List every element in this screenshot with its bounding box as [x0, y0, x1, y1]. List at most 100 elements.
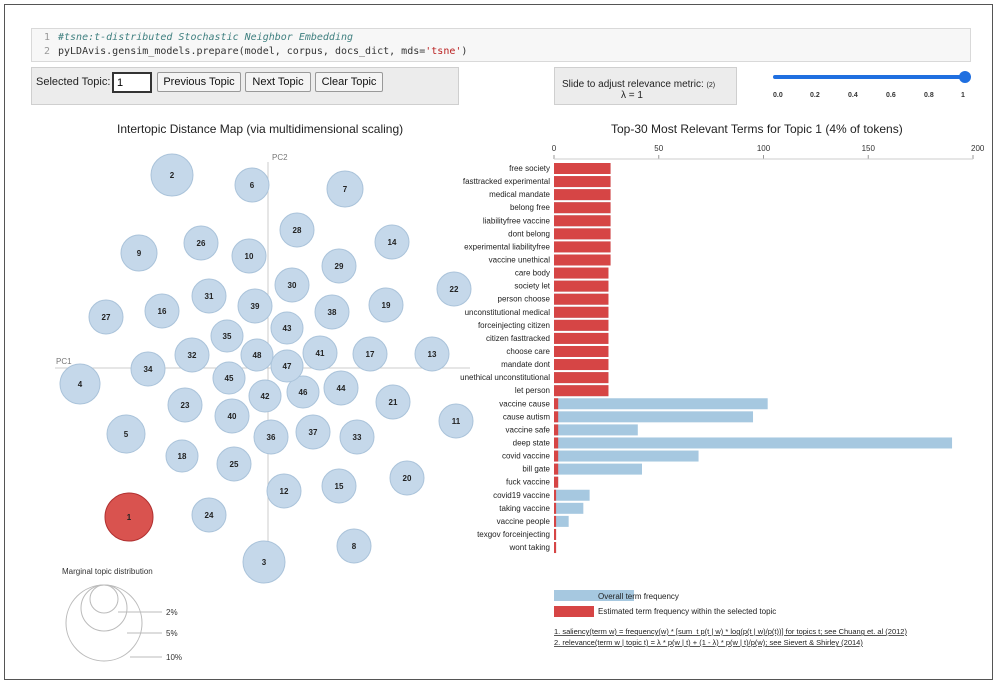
estimated-frequency-bar[interactable]	[554, 293, 609, 305]
term-row[interactable]: vaccine people	[497, 515, 569, 527]
term-label[interactable]: fuck vaccine	[506, 478, 551, 487]
term-label[interactable]: texgov forceinjecting	[477, 530, 550, 539]
estimated-frequency-bar[interactable]	[554, 306, 609, 318]
term-label[interactable]: vaccine cause	[499, 399, 550, 408]
term-label[interactable]: belong free	[510, 203, 551, 212]
estimated-frequency-bar[interactable]	[554, 319, 609, 331]
term-row[interactable]: belong free	[510, 202, 611, 214]
term-row[interactable]: liabilityfree vaccine	[483, 215, 611, 227]
term-row[interactable]: unconstitutional medical	[465, 306, 609, 318]
overall-frequency-bar[interactable]	[554, 398, 768, 410]
estimated-frequency-bar[interactable]	[554, 202, 611, 214]
term-row[interactable]: choose care	[506, 345, 609, 357]
term-row[interactable]: bill gate	[522, 463, 642, 475]
term-label[interactable]: care body	[515, 269, 550, 278]
estimated-frequency-bar[interactable]	[554, 528, 557, 540]
saliency-footnote[interactable]: 1. saliency(term w) = frequency(w) * [su…	[554, 627, 907, 636]
estimated-frequency-bar[interactable]	[554, 189, 611, 201]
overall-frequency-bar[interactable]	[554, 411, 754, 423]
term-label[interactable]: taking vaccine	[499, 504, 550, 513]
term-label[interactable]: wont taking	[509, 543, 550, 552]
term-label[interactable]: vaccine unethical	[489, 255, 551, 264]
estimated-frequency-bar[interactable]	[554, 163, 611, 174]
term-label[interactable]: liabilityfree vaccine	[483, 216, 551, 225]
term-label[interactable]: unethical unconstitutional	[460, 373, 550, 382]
estimated-frequency-bar[interactable]	[554, 515, 557, 527]
estimated-frequency-bar[interactable]	[554, 332, 609, 344]
term-label[interactable]: bill gate	[522, 465, 550, 474]
term-row[interactable]: citizen fasttracked	[486, 332, 609, 344]
term-label[interactable]: mandate dont	[501, 360, 551, 369]
term-label[interactable]: medical mandate	[489, 190, 550, 199]
term-row[interactable]: deep state	[513, 437, 953, 449]
term-row[interactable]: vaccine cause	[499, 398, 768, 410]
estimated-frequency-bar[interactable]	[554, 476, 559, 488]
estimated-frequency-bar[interactable]	[554, 411, 559, 423]
estimated-frequency-bar[interactable]	[554, 489, 557, 501]
estimated-frequency-bar[interactable]	[554, 398, 559, 410]
term-label[interactable]: experimental liabilityfree	[464, 242, 550, 251]
term-label[interactable]: person choose	[498, 295, 551, 304]
term-row[interactable]: wont taking	[509, 542, 557, 554]
term-label[interactable]: choose care	[506, 347, 550, 356]
estimated-frequency-bar[interactable]	[554, 372, 609, 384]
term-row[interactable]: fasttracked experimental	[463, 176, 611, 188]
term-row[interactable]: medical mandate	[489, 189, 611, 201]
overall-frequency-bar[interactable]	[554, 437, 953, 449]
estimated-frequency-bar[interactable]	[554, 359, 609, 371]
term-label[interactable]: free society	[509, 164, 550, 173]
estimated-frequency-bar[interactable]	[554, 280, 609, 292]
term-row[interactable]: taking vaccine	[499, 502, 584, 514]
term-row[interactable]: covid19 vaccine	[493, 489, 590, 501]
estimated-frequency-bar[interactable]	[554, 542, 557, 554]
term-label[interactable]: deep state	[513, 438, 551, 447]
estimated-frequency-bar[interactable]	[554, 450, 559, 462]
estimated-frequency-bar[interactable]	[554, 345, 609, 357]
term-row[interactable]: mandate dont	[501, 359, 609, 371]
term-row[interactable]: let person	[515, 385, 609, 397]
estimated-frequency-bar[interactable]	[554, 463, 559, 475]
term-row[interactable]: fuck vaccine	[506, 476, 559, 488]
estimated-frequency-bar[interactable]	[554, 176, 611, 188]
term-row[interactable]: forceinjecting citizen	[478, 319, 609, 331]
term-label[interactable]: covid19 vaccine	[493, 491, 550, 500]
term-row[interactable]: person choose	[498, 293, 609, 305]
overall-frequency-bar[interactable]	[554, 515, 569, 527]
term-row[interactable]: cause autism	[503, 411, 754, 423]
estimated-frequency-bar[interactable]	[554, 437, 559, 449]
term-row[interactable]: vaccine safe	[506, 424, 638, 436]
overall-frequency-bar[interactable]	[554, 489, 590, 501]
term-row[interactable]: covid vaccine	[502, 450, 699, 462]
term-label[interactable]: unconstitutional medical	[465, 308, 551, 317]
overall-frequency-bar[interactable]	[554, 463, 642, 475]
term-label[interactable]: cause autism	[503, 412, 550, 421]
term-row[interactable]: experimental liabilityfree	[464, 241, 611, 253]
term-row[interactable]: texgov forceinjecting	[477, 528, 557, 540]
estimated-frequency-bar[interactable]	[554, 228, 611, 240]
overall-frequency-bar[interactable]	[554, 424, 638, 436]
term-label[interactable]: society let	[514, 282, 550, 291]
overall-frequency-bar[interactable]	[554, 502, 584, 514]
term-row[interactable]: free society	[509, 163, 611, 174]
term-row[interactable]: society let	[514, 280, 609, 292]
relevance-footnote[interactable]: 2. relevance(term w | topic t) = λ * p(w…	[554, 638, 863, 647]
term-row[interactable]: unethical unconstitutional	[460, 372, 609, 384]
estimated-frequency-bar[interactable]	[554, 267, 609, 279]
estimated-frequency-bar[interactable]	[554, 254, 611, 266]
overall-frequency-bar[interactable]	[554, 450, 699, 462]
term-label[interactable]: fasttracked experimental	[463, 177, 550, 186]
term-label[interactable]: covid vaccine	[502, 452, 551, 461]
term-label[interactable]: citizen fasttracked	[486, 334, 550, 343]
estimated-frequency-bar[interactable]	[554, 424, 559, 436]
term-label[interactable]: vaccine people	[497, 517, 551, 526]
term-row[interactable]: care body	[515, 267, 609, 279]
term-label[interactable]: dont belong	[508, 229, 550, 238]
estimated-frequency-bar[interactable]	[554, 241, 611, 253]
term-label[interactable]: let person	[515, 386, 550, 395]
estimated-frequency-bar[interactable]	[554, 385, 609, 397]
term-label[interactable]: forceinjecting citizen	[478, 321, 550, 330]
term-row[interactable]: dont belong	[508, 228, 611, 240]
estimated-frequency-bar[interactable]	[554, 215, 611, 227]
estimated-frequency-bar[interactable]	[554, 502, 557, 514]
term-label[interactable]: vaccine safe	[506, 425, 551, 434]
